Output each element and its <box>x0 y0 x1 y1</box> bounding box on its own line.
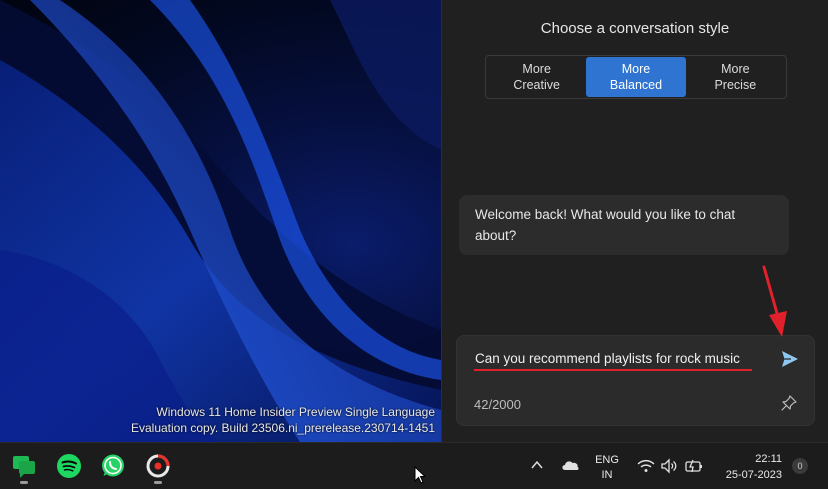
chat-composer: 42/2000 <box>456 335 815 426</box>
watermark-line-1: Windows 11 Home Insider Preview Single L… <box>156 405 435 419</box>
style-more-precise-button[interactable]: More Precise <box>686 57 785 97</box>
system-clock[interactable]: 22:11 25-07-2023 <box>720 451 782 483</box>
onedrive-cloud-icon[interactable] <box>560 458 580 472</box>
conversation-style-title: Choose a conversation style <box>540 20 730 37</box>
welcome-message-bubble: Welcome back! What would you like to cha… <box>459 195 789 255</box>
language-indicator[interactable]: ENG IN <box>592 453 622 483</box>
chat-icon[interactable] <box>11 453 37 479</box>
screen: Windows 11 Home Insider Preview Single L… <box>0 0 828 489</box>
windows-watermark: Windows 11 Home Insider Preview Single L… <box>131 404 435 436</box>
volume-icon[interactable] <box>660 458 678 474</box>
annotation-underline <box>474 369 752 371</box>
style-button-line2: Creative <box>513 78 560 92</box>
desktop-wallpaper: Windows 11 Home Insider Preview Single L… <box>0 0 441 442</box>
chevron-up-icon[interactable] <box>530 459 544 471</box>
language-line2: IN <box>601 469 613 481</box>
style-button-line1: More <box>621 62 651 76</box>
clock-time: 22:11 <box>755 453 782 465</box>
pin-icon[interactable] <box>780 394 798 412</box>
spotify-icon[interactable] <box>56 453 82 479</box>
mouse-cursor-icon <box>414 466 426 484</box>
chat-input[interactable] <box>475 351 755 366</box>
style-button-line2: Precise <box>714 78 757 92</box>
character-counter: 42/2000 <box>474 397 521 412</box>
whatsapp-icon[interactable] <box>100 453 126 479</box>
notification-badge[interactable]: 0 <box>792 458 808 474</box>
watermark-line-2: Evaluation copy. Build 23506.ni_prerelea… <box>130 421 435 435</box>
recorder-icon[interactable] <box>145 453 171 479</box>
style-more-creative-button[interactable]: More Creative <box>487 57 586 97</box>
conversation-style-selector: More Creative More Balanced More Precise <box>485 55 787 99</box>
running-indicator <box>154 481 162 484</box>
battery-charging-icon[interactable] <box>684 458 704 474</box>
wallpaper-bloom-graphic <box>0 0 441 442</box>
annotation-arrow-icon <box>762 265 787 337</box>
clock-date: 25-07-2023 <box>725 469 782 481</box>
wifi-icon[interactable] <box>637 459 655 473</box>
running-indicator <box>20 481 28 484</box>
style-button-line1: More <box>721 62 750 76</box>
copilot-panel: Choose a conversation style More Creativ… <box>441 0 828 442</box>
style-button-line1: More <box>522 62 551 76</box>
style-button-line2: Balanced <box>609 78 663 92</box>
send-icon[interactable] <box>780 349 800 369</box>
style-more-balanced-button[interactable]: More Balanced <box>586 57 686 97</box>
language-line1: ENG <box>595 454 619 466</box>
